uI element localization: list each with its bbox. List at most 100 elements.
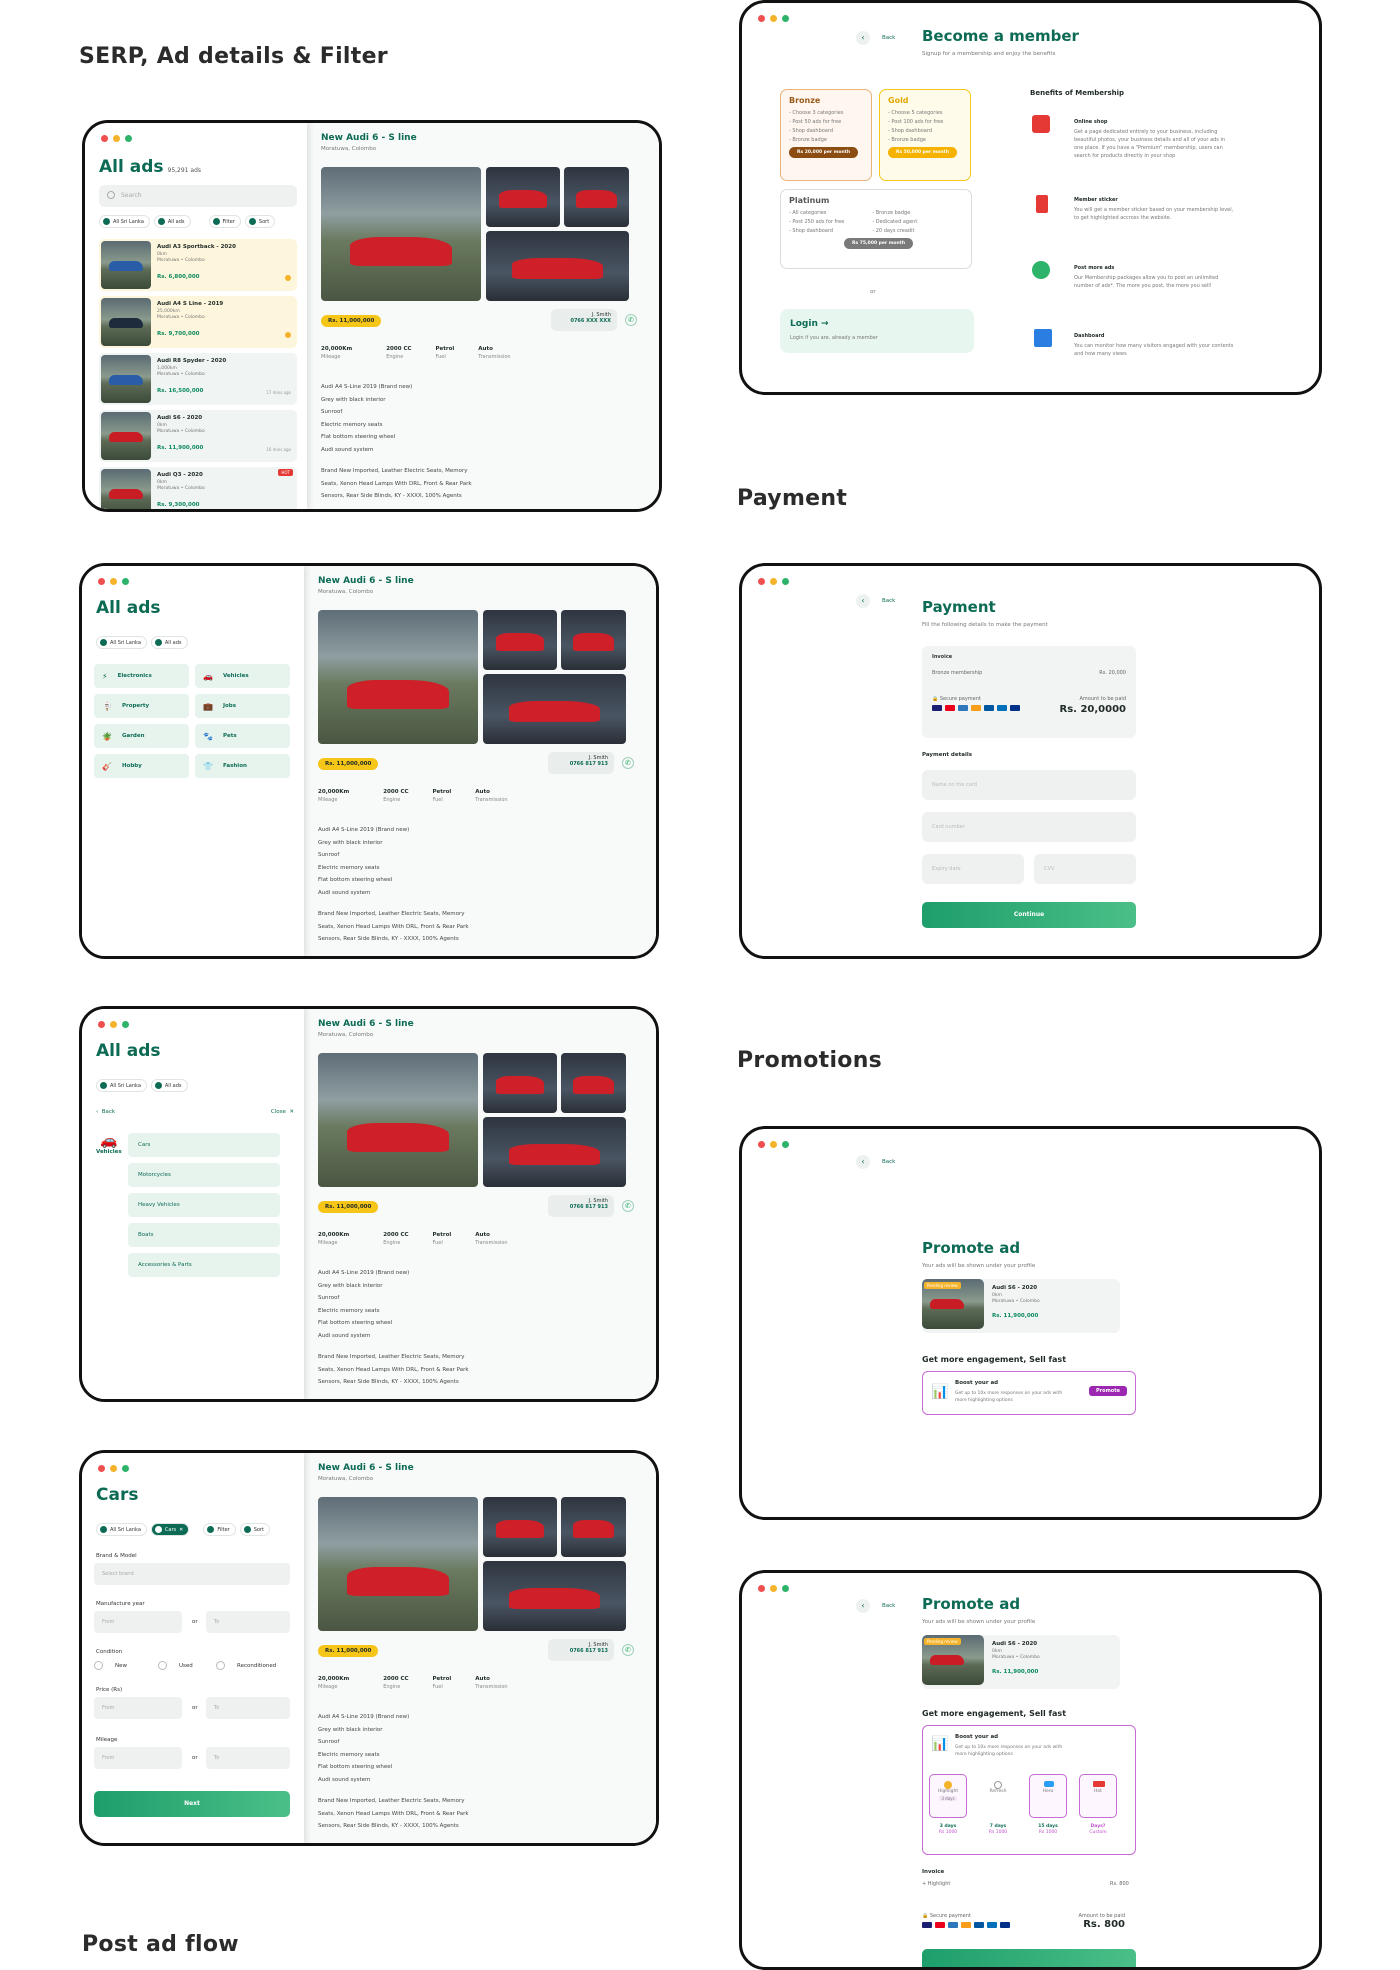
sort-chip[interactable]: Sort <box>244 215 276 228</box>
category-garden[interactable]: 🪴 Garden <box>94 724 189 748</box>
back-link[interactable]: Back <box>882 1159 895 1165</box>
plan-bronze[interactable]: Bronze - Choose 3 categories - Post 50 ad… <box>780 89 872 181</box>
category-chip[interactable]: All ads <box>150 1079 188 1092</box>
boost-card[interactable]: 📊 Boost your ad Get up to 10x more respo… <box>922 1371 1136 1415</box>
card-brand-icons <box>922 1922 1010 1928</box>
back-button[interactable]: ‹ <box>856 31 870 45</box>
back-link[interactable]: Back <box>882 1603 895 1609</box>
category-pets[interactable]: 🐾 Pets <box>195 724 290 748</box>
location-chip[interactable]: All Sri Lanka <box>96 1523 147 1536</box>
option-highlight-duration[interactable]: 3 days Rs 1000 <box>929 1824 967 1836</box>
price-from-input[interactable]: From <box>94 1697 182 1719</box>
next-button[interactable]: Next <box>94 1791 290 1817</box>
category-fashion[interactable]: 👕 Fashion <box>195 754 290 778</box>
spec-mileage: 20,000Km Mileage <box>321 346 353 360</box>
subcategory-motorcycles[interactable]: Motorcycles <box>128 1163 280 1187</box>
location-chip[interactable]: All Sri Lanka <box>99 215 150 228</box>
card-name-input[interactable]: Name on the card <box>922 770 1136 800</box>
category-property[interactable]: 🪧 Property <box>94 694 189 718</box>
lock-icon: 🔒 <box>922 1913 929 1919</box>
shirt-icon: 👕 <box>203 761 213 771</box>
search-input[interactable]: Search <box>99 185 297 207</box>
category-chip[interactable]: All ads <box>153 215 191 228</box>
list-item[interactable]: Audi A4 S Line - 2019 25,000km Moratuwa •… <box>99 296 297 348</box>
mileage-to-input[interactable]: To <box>206 1747 290 1769</box>
year-from-input[interactable]: From <box>94 1611 182 1633</box>
year-to-input[interactable]: To <box>206 1611 290 1633</box>
filter-chip[interactable]: Filter <box>203 1523 236 1536</box>
image-gallery[interactable] <box>318 1497 626 1631</box>
category-hobby[interactable]: 🎸 Hobby <box>94 754 189 778</box>
option-hero-duration[interactable]: 15 days Rs 1000 <box>1029 1824 1067 1836</box>
category-chip-cars[interactable]: Cars ✕ <box>150 1523 190 1536</box>
hot-icon <box>1093 1781 1105 1787</box>
back-button[interactable]: ‹ Back <box>96 1109 115 1115</box>
list-item[interactable]: Audi S6 - 2020 0km Moratuwa • Colombo Rs.… <box>99 410 297 462</box>
option-highlight[interactable]: Highlight 3 days <box>929 1774 967 1818</box>
back-link[interactable]: Back <box>882 35 895 41</box>
benefit-online-shop: Online shop Get a page dedicated entirely… <box>1074 119 1226 159</box>
image-gallery[interactable] <box>321 167 629 301</box>
thumb-photo[interactable] <box>486 231 629 301</box>
mileage-from-input[interactable]: From <box>94 1747 182 1769</box>
location-chip[interactable]: All Sri Lanka <box>96 1079 147 1092</box>
expiry-input[interactable]: Expiry date <box>922 854 1024 884</box>
login-card[interactable]: Login → Login if you are, already a memb… <box>780 309 974 353</box>
seller-card[interactable]: J. Smith 0766 XXX XXX <box>551 309 617 331</box>
arrow-right-icon: → <box>821 319 829 329</box>
subcategory-boats[interactable]: Boats <box>128 1223 280 1247</box>
back-button[interactable]: ‹ <box>856 1599 870 1613</box>
category-chip[interactable]: All ads <box>150 636 188 649</box>
option-hot-duration[interactable]: Days? Custom <box>1079 1824 1117 1836</box>
price-to-input[interactable]: To <box>206 1697 290 1719</box>
cvv-input[interactable]: CVV <box>1034 854 1136 884</box>
sort-chip[interactable]: Sort <box>239 1523 270 1536</box>
card-number-input[interactable]: Card number <box>922 812 1136 842</box>
continue-button[interactable]: Continue <box>922 902 1136 928</box>
seller-card[interactable]: J. Smith 0766 817 913 <box>548 752 614 774</box>
option-refresh-duration[interactable]: 7 days Rs 1000 <box>979 1824 1017 1836</box>
section-title-serp: SERP, Ad details & Filter <box>79 44 388 69</box>
location-chip[interactable]: All Sri Lanka <box>96 636 147 649</box>
phone-icon[interactable]: ✆ <box>622 1200 634 1212</box>
filter-chip[interactable]: Filter <box>208 215 241 228</box>
back-link[interactable]: Back <box>882 598 895 604</box>
seller-card[interactable]: J. Smith 0766 817 913 <box>548 1195 614 1217</box>
list-item[interactable]: Audi R8 Spyder - 2020 1,000km Moratuwa • … <box>99 353 297 405</box>
add-ads-icon <box>1032 261 1050 279</box>
condition-used-radio[interactable]: Used <box>158 1661 193 1670</box>
image-gallery[interactable] <box>318 1053 626 1187</box>
main-photo[interactable] <box>321 167 481 301</box>
price-tag: Rs. 11,000,000 <box>321 315 382 327</box>
list-item[interactable]: Audi A3 Sportback - 2020 0km Moratuwa • C… <box>99 239 297 291</box>
brand-select[interactable]: Select brand <box>94 1563 290 1585</box>
condition-reconditioned-radio[interactable]: Reconditioned <box>216 1661 276 1670</box>
category-electronics[interactable]: ⚡ Electronics <box>94 664 189 688</box>
phone-icon[interactable]: ✆ <box>622 1644 634 1656</box>
option-hot[interactable]: Hot <box>1079 1774 1117 1818</box>
list-item[interactable]: Audi Q3 - 2020 0km Moratuwa • Colombo Rs.… <box>99 467 297 509</box>
section-title-payment: Payment <box>737 486 848 511</box>
back-button[interactable]: ‹ <box>856 1155 870 1169</box>
category-vehicles[interactable]: 🚗 Vehicles <box>195 664 290 688</box>
option-refresh[interactable]: Refresh <box>979 1774 1017 1818</box>
subcategory-cars[interactable]: Cars <box>128 1133 280 1157</box>
listing-thumbnail <box>101 469 151 509</box>
seller-card[interactable]: J. Smith 0766 817 913 <box>548 1639 614 1661</box>
promote-button[interactable]: Promote <box>1089 1386 1127 1396</box>
subcategory-heavy-vehicles[interactable]: Heavy Vehicles <box>128 1193 280 1217</box>
phone-icon[interactable]: ✆ <box>622 757 634 769</box>
phone-icon[interactable]: ✆ <box>625 314 637 326</box>
category-jobs[interactable]: 💼 Jobs <box>195 694 290 718</box>
close-button[interactable]: Close ✕ <box>271 1109 294 1115</box>
thumb-photo[interactable] <box>564 167 629 227</box>
image-gallery[interactable] <box>318 610 626 744</box>
plan-gold[interactable]: Gold - Choose 5 categories - Post 100 ads… <box>879 89 971 181</box>
membership-frame: ‹ Back Become a member Signup for a memb… <box>739 0 1322 395</box>
option-hero[interactable]: Hero <box>1029 1774 1067 1818</box>
condition-new-radio[interactable]: New <box>94 1661 127 1670</box>
back-button[interactable]: ‹ <box>856 594 870 608</box>
subcategory-accessories[interactable]: Accessories & Parts <box>128 1253 280 1277</box>
thumb-photo[interactable] <box>486 167 560 227</box>
plan-platinum[interactable]: Platinum - All categories - Post 250 ads … <box>780 189 972 269</box>
